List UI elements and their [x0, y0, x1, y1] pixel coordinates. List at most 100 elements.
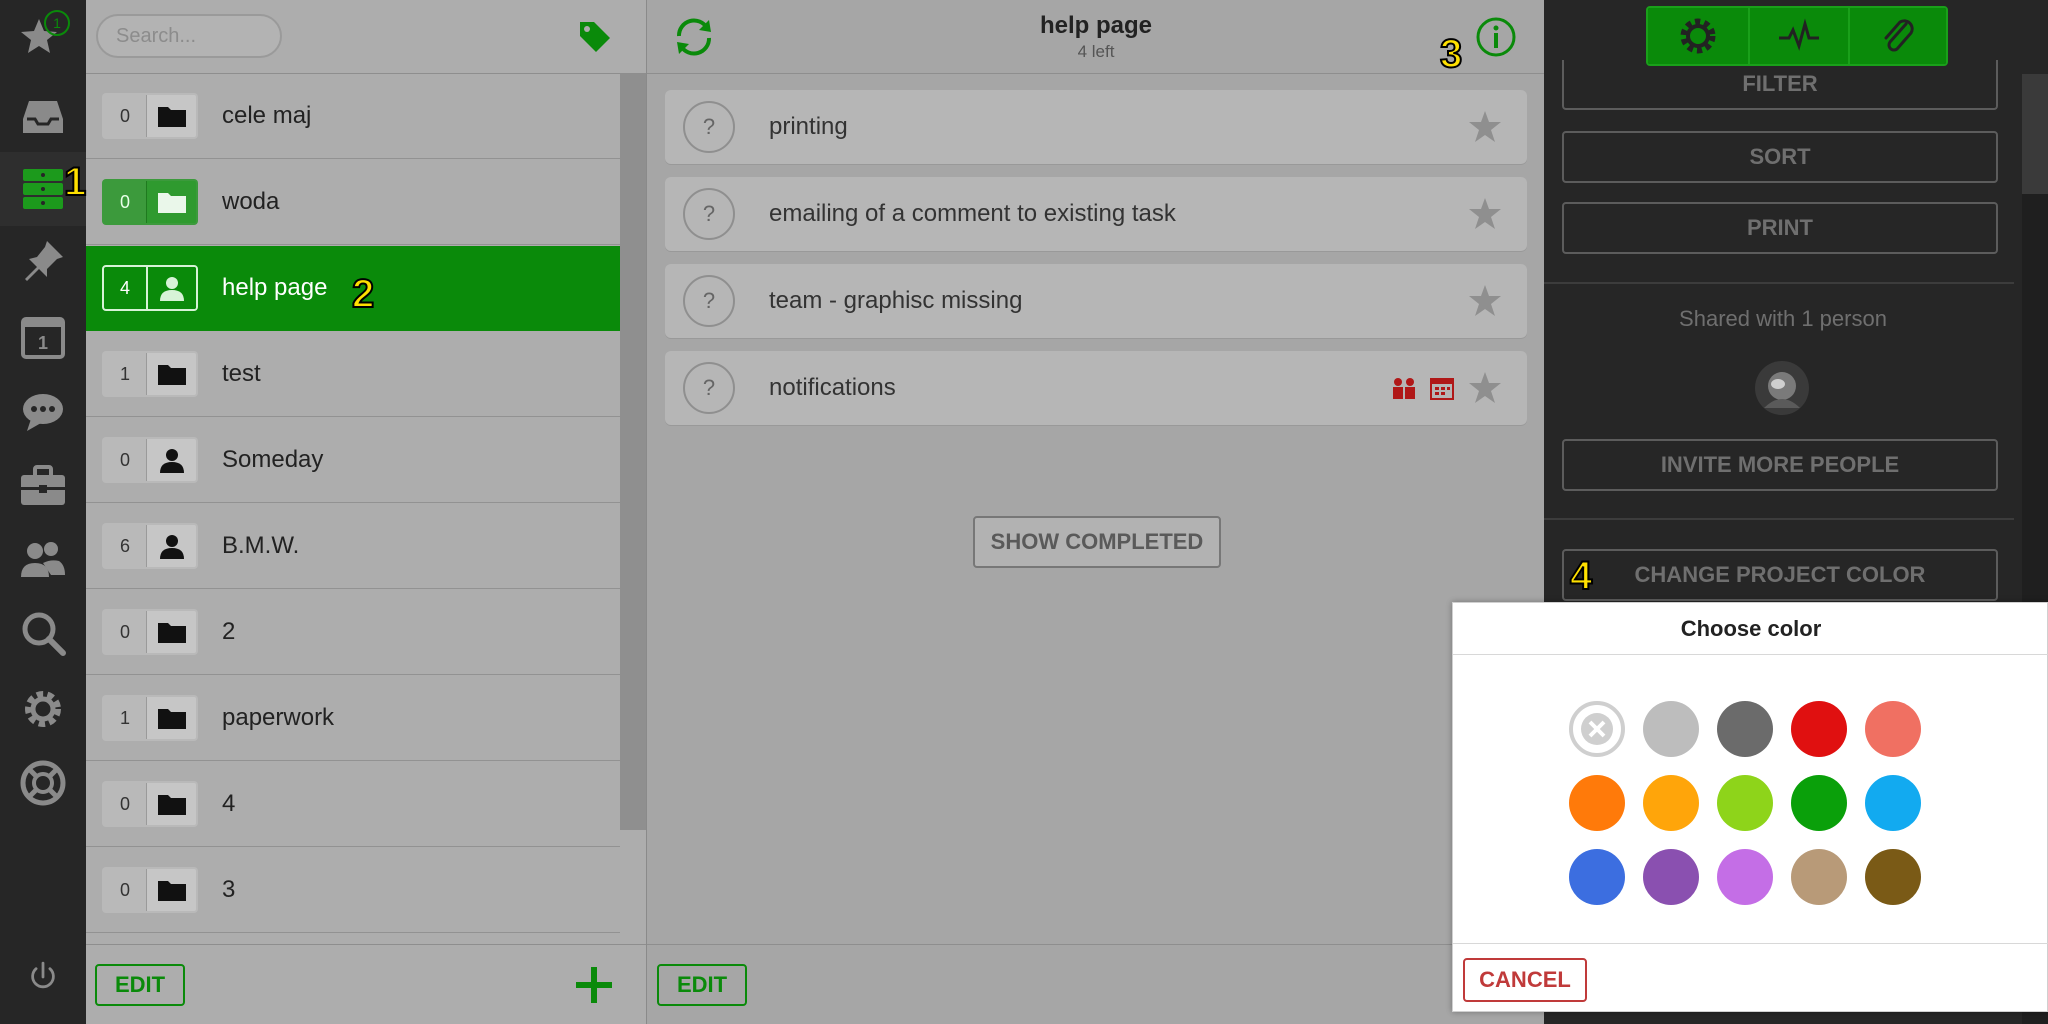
- project-name: 3: [222, 876, 236, 903]
- lifebuoy-icon: [20, 760, 66, 806]
- assigned-people-icon: [1393, 378, 1415, 399]
- help-nav-button[interactable]: [0, 746, 86, 820]
- color-swatch[interactable]: [1865, 775, 1921, 831]
- starred-nav-button[interactable]: 1: [0, 0, 86, 74]
- filter-button[interactable]: FILTER: [1562, 60, 1998, 110]
- project-list-footer: EDIT: [86, 944, 646, 1024]
- task-panel-title: help page: [1039, 12, 1153, 39]
- color-swatch[interactable]: [1791, 701, 1847, 757]
- people-icon: [21, 542, 65, 577]
- logout-button[interactable]: [0, 940, 86, 1014]
- project-item[interactable]: 0 2: [86, 590, 620, 675]
- annotation-marker: 4: [1569, 553, 1593, 599]
- color-swatch[interactable]: [1643, 775, 1699, 831]
- color-swatch[interactable]: [1717, 701, 1773, 757]
- star-icon[interactable]: [1467, 196, 1503, 232]
- project-count: 0: [119, 105, 130, 126]
- edit-tasks-button[interactable]: EDIT: [657, 964, 747, 1006]
- project-item[interactable]: 0 woda: [86, 160, 620, 245]
- cancel-button[interactable]: CANCEL: [1463, 958, 1587, 1002]
- project-item[interactable]: 0 4: [86, 762, 620, 847]
- tag-icon[interactable]: [576, 18, 614, 56]
- settings-nav-button[interactable]: [0, 672, 86, 746]
- icon-rail: 1 1: [0, 0, 86, 1024]
- star-icon[interactable]: [1467, 109, 1503, 145]
- edit-projects-button[interactable]: EDIT: [95, 964, 185, 1006]
- task-status-icon[interactable]: ?: [683, 275, 735, 327]
- project-badge: 6: [102, 523, 198, 569]
- project-name: help page: [222, 274, 328, 301]
- folder-icon: [146, 869, 196, 911]
- task-item[interactable]: ? team - graphisc missing: [665, 264, 1527, 338]
- project-item[interactable]: 0 cele maj: [86, 74, 620, 159]
- activity-icon: [1779, 18, 1819, 51]
- folder-icon: [146, 353, 196, 395]
- invite-more-people-button[interactable]: INVITE MORE PEOPLE: [1562, 439, 1998, 491]
- task-item[interactable]: ? notifications: [665, 351, 1527, 425]
- sort-button[interactable]: SORT: [1562, 131, 1998, 183]
- project-item[interactable]: 1 paperwork: [86, 676, 620, 761]
- search-input[interactable]: Search...: [96, 14, 282, 58]
- inbox-nav-button[interactable]: [0, 80, 86, 154]
- project-count: 1: [119, 707, 130, 728]
- info-icon[interactable]: [1475, 16, 1517, 58]
- task-status-icon[interactable]: ?: [683, 101, 735, 153]
- pinned-nav-button[interactable]: [0, 224, 86, 298]
- project-name: paperwork: [222, 704, 335, 731]
- person-icon: [146, 525, 196, 567]
- choose-color-dialog: Choose color CANCEL: [1452, 602, 2048, 1012]
- project-name: woda: [222, 188, 280, 215]
- search-nav-button[interactable]: [0, 596, 86, 670]
- color-swatch[interactable]: [1717, 775, 1773, 831]
- dialog-footer: CANCEL: [1453, 943, 2048, 1013]
- project-item[interactable]: 0 Someday: [86, 418, 620, 503]
- calendar-nav-button[interactable]: 1: [0, 300, 86, 374]
- team-nav-button[interactable]: [0, 522, 86, 596]
- chat-icon: [23, 394, 63, 431]
- project-name: cele maj: [222, 102, 312, 129]
- color-swatch[interactable]: [1791, 775, 1847, 831]
- color-swatch[interactable]: [1569, 775, 1625, 831]
- task-status-icon[interactable]: ?: [683, 362, 735, 414]
- panel-tab-bar: [1646, 6, 1948, 66]
- add-project-icon[interactable]: [574, 965, 614, 1005]
- avatar[interactable]: [1754, 360, 1810, 416]
- attachments-tab[interactable]: [1848, 8, 1946, 64]
- color-swatch[interactable]: [1643, 701, 1699, 757]
- folder-icon: [146, 95, 196, 137]
- color-swatch[interactable]: [1643, 849, 1699, 905]
- project-count: 6: [119, 535, 130, 556]
- star-icon[interactable]: [1467, 283, 1503, 319]
- project-item[interactable]: 6 B.M.W.: [86, 504, 620, 589]
- task-status-icon[interactable]: ?: [683, 188, 735, 240]
- divider: [1544, 282, 2014, 284]
- show-completed-button[interactable]: SHOW COMPLETED: [973, 516, 1221, 568]
- color-swatch[interactable]: [1791, 849, 1847, 905]
- print-button[interactable]: PRINT: [1562, 202, 1998, 254]
- color-swatch[interactable]: [1717, 849, 1773, 905]
- project-list-panel: Search... 0 cele maj 0 woda 4 help page …: [86, 0, 646, 1024]
- project-name: B.M.W.: [222, 532, 300, 559]
- panel-scrollbar-thumb[interactable]: [2022, 74, 2048, 194]
- task-item[interactable]: ? printing: [665, 90, 1527, 164]
- comments-nav-button[interactable]: [0, 374, 86, 448]
- color-swatch[interactable]: [1865, 849, 1921, 905]
- projects-icon: [23, 169, 63, 209]
- project-name: 4: [222, 790, 236, 817]
- project-item[interactable]: 0 3: [86, 848, 620, 933]
- task-panel-footer: EDIT: [647, 944, 1545, 1024]
- task-item[interactable]: ? emailing of a comment to existing task: [665, 177, 1527, 251]
- activity-tab[interactable]: [1748, 8, 1848, 64]
- project-badge: 1: [102, 695, 198, 741]
- project-list-scrollbar[interactable]: [620, 74, 646, 830]
- color-swatch[interactable]: [1569, 849, 1625, 905]
- settings-tab[interactable]: [1648, 8, 1748, 64]
- star-icon[interactable]: [1467, 370, 1503, 406]
- folder-icon: [146, 611, 196, 653]
- annotation-marker: 1: [63, 159, 87, 205]
- project-item[interactable]: 1 test: [86, 332, 620, 417]
- no-color-swatch[interactable]: [1569, 701, 1625, 757]
- color-swatch[interactable]: [1865, 701, 1921, 757]
- change-project-color-button[interactable]: CHANGE PROJECT COLOR: [1562, 549, 1998, 601]
- briefcase-nav-button[interactable]: [0, 448, 86, 522]
